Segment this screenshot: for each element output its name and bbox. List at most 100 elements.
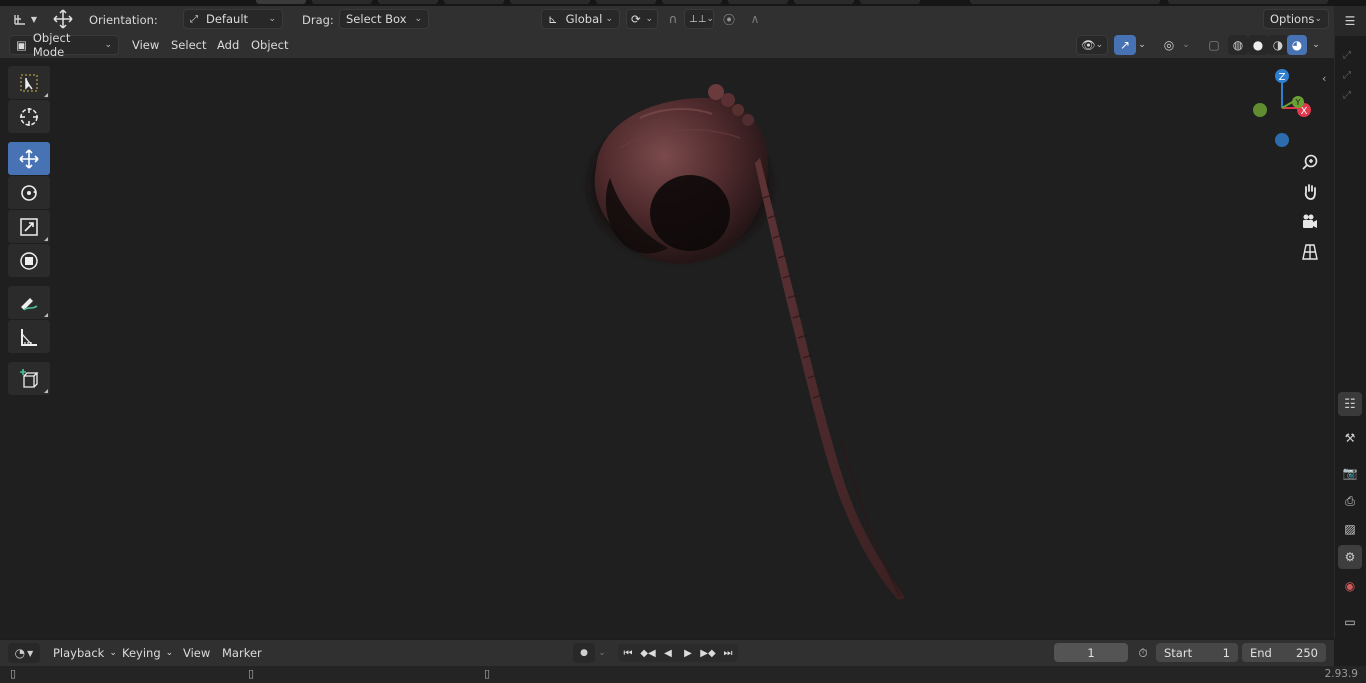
visibility-dropdown[interactable]: 👁 ⌄: [1076, 35, 1108, 55]
collection-properties-tab[interactable]: ▭: [1338, 610, 1362, 634]
transform-orientation-dropdown[interactable]: ⊾ Global ⌄: [541, 9, 620, 29]
add-cube-tool[interactable]: [8, 362, 50, 395]
navigation-gizmo[interactable]: Z X Y: [1244, 66, 1324, 156]
chevron-down-icon: ▼: [27, 648, 34, 658]
properties-toggle-tab[interactable]: ☷: [1338, 392, 1362, 416]
world-globe-icon: ◉: [1344, 579, 1356, 593]
chevron-down-icon: ⌄: [645, 14, 653, 24]
scale-tool[interactable]: [8, 210, 50, 243]
falloff-dropdown[interactable]: ∧: [740, 9, 770, 29]
camera-icon[interactable]: [1298, 210, 1322, 234]
annotate-tool[interactable]: [8, 286, 50, 319]
proportional-edit-button[interactable]: ⦿: [718, 9, 740, 29]
overlays-dropdown[interactable]: ⌄: [1178, 35, 1194, 55]
printer-icon: ⎙: [1345, 493, 1355, 508]
viewlayer-selector[interactable]: [1168, 0, 1328, 4]
snap-toggle-button[interactable]: ∩: [662, 9, 684, 29]
jump-start-button[interactable]: ⏮: [618, 644, 638, 662]
render-properties-tab[interactable]: 📷: [1338, 461, 1362, 485]
auto-keying-button[interactable]: ●: [573, 643, 595, 663]
rotate-icon: [21, 184, 37, 201]
xray-toggle-button[interactable]: ▢: [1203, 35, 1225, 55]
tool-properties-tab[interactable]: ⚒: [1338, 426, 1362, 450]
workspace-tab[interactable]: [444, 0, 504, 4]
shading-wireframe-button[interactable]: ◍: [1228, 35, 1248, 55]
viewport-header: ▣ Object Mode ⌄ View Select Add Object 👁…: [0, 31, 1334, 59]
drag-dropdown[interactable]: Select Box ⌄: [339, 9, 429, 29]
chevron-down-icon: ⌄: [1095, 40, 1104, 50]
select-box-tool[interactable]: [8, 66, 50, 99]
workspace-tab[interactable]: [728, 0, 788, 4]
world-properties-tab[interactable]: ◉: [1338, 574, 1362, 598]
view-layer-properties-tab[interactable]: ▨: [1338, 517, 1362, 541]
snap-increment-icon: ⊥⊥: [689, 13, 707, 25]
pivot-point-dropdown[interactable]: ⟳ ⌄: [626, 9, 658, 29]
annotate-icon: [21, 297, 38, 311]
gizmo-toggle-button[interactable]: ↗: [1114, 35, 1136, 55]
menu-view[interactable]: View: [125, 35, 166, 55]
workspace-tab[interactable]: [378, 0, 438, 4]
clock-icon: ◔: [14, 646, 26, 660]
pan-hand-icon[interactable]: [1298, 180, 1322, 204]
transform-tool[interactable]: [8, 244, 50, 277]
keying-options-dropdown[interactable]: ⌄: [594, 643, 610, 663]
workspace-tab[interactable]: [596, 0, 656, 4]
overlays-button[interactable]: ◎: [1158, 35, 1180, 55]
material-sphere-icon: ◑: [1272, 38, 1284, 52]
workspace-tab[interactable]: [312, 0, 372, 4]
timeline-menu-keying[interactable]: Keying ⌄: [115, 643, 180, 663]
preview-range-toggle[interactable]: ⏱: [1132, 643, 1154, 663]
menu-add[interactable]: Add: [210, 35, 246, 55]
timeline-editor-type-button[interactable]: ◔ ▼: [8, 643, 40, 663]
next-keyframe-button[interactable]: ▶◆: [698, 644, 718, 662]
workspace-tab[interactable]: [256, 0, 306, 4]
editor-type-button[interactable]: ▼: [10, 9, 40, 29]
scene-selector[interactable]: [970, 0, 1160, 4]
scene-properties-tab[interactable]: ⚙: [1338, 545, 1362, 569]
timeline-menu-marker[interactable]: Marker: [215, 643, 269, 663]
shading-dropdown[interactable]: ⌄: [1308, 35, 1324, 55]
end-frame-field[interactable]: End 250: [1242, 643, 1326, 662]
cursor-tool[interactable]: [8, 100, 50, 133]
orientation-label: Orientation:: [89, 13, 158, 27]
global-axes-icon: ⊾: [548, 12, 558, 26]
options-dropdown[interactable]: Options ⌄: [1263, 9, 1329, 29]
version-label: 2.93.9: [1324, 668, 1358, 680]
shading-material-button[interactable]: ◑: [1268, 35, 1288, 55]
pin-icon: ⤢: [1343, 50, 1351, 61]
mode-dropdown[interactable]: ▣ Object Mode ⌄: [9, 31, 119, 59]
menu-object[interactable]: Object: [244, 35, 295, 55]
timeline-menu-view[interactable]: View: [176, 643, 217, 663]
snap-target-dropdown[interactable]: ⊥⊥ ⌄: [684, 9, 714, 29]
jump-end-button[interactable]: ⏭: [718, 644, 738, 662]
timeline-menu-playback[interactable]: Playback ⌄: [46, 643, 124, 663]
outliner-toggle-button[interactable]: ☰: [1339, 11, 1361, 31]
measure-tool[interactable]: [8, 320, 50, 353]
zoom-icon[interactable]: [1298, 150, 1322, 174]
move-arrows-icon: [53, 9, 73, 29]
output-properties-tab[interactable]: ⎙: [1338, 489, 1362, 513]
start-frame-field[interactable]: Start 1: [1156, 643, 1238, 662]
workspace-tab[interactable]: [860, 0, 920, 4]
prev-keyframe-button[interactable]: ◆◀: [638, 644, 658, 662]
gizmo-dropdown[interactable]: ⌄: [1134, 35, 1150, 55]
play-button[interactable]: ▶: [678, 644, 698, 662]
record-dot-icon: ●: [580, 648, 588, 658]
current-frame-field[interactable]: 1: [1054, 643, 1128, 662]
rotate-tool[interactable]: [8, 176, 50, 209]
workspace-tab[interactable]: [510, 0, 590, 4]
axis-grid-icon: [14, 15, 25, 25]
orientation-dropdown[interactable]: ⤢ Default ⌄: [183, 9, 283, 29]
shading-solid-button[interactable]: ●: [1248, 35, 1268, 55]
shading-rendered-button[interactable]: ◕: [1287, 35, 1307, 55]
move-tool[interactable]: [8, 142, 50, 175]
workspace-tab[interactable]: [662, 0, 722, 4]
perspective-grid-icon[interactable]: [1298, 240, 1322, 264]
menu-select[interactable]: Select: [164, 35, 213, 55]
sidebar-toggle-icon[interactable]: ‹: [1322, 72, 1326, 85]
play-reverse-button[interactable]: ◀: [658, 644, 678, 662]
3d-viewport[interactable]: Z X Y ‹: [0, 58, 1334, 638]
workspace-tab[interactable]: [794, 0, 854, 4]
move-tool-icon-button[interactable]: [50, 9, 76, 29]
collection-box-icon: ▭: [1344, 615, 1356, 629]
